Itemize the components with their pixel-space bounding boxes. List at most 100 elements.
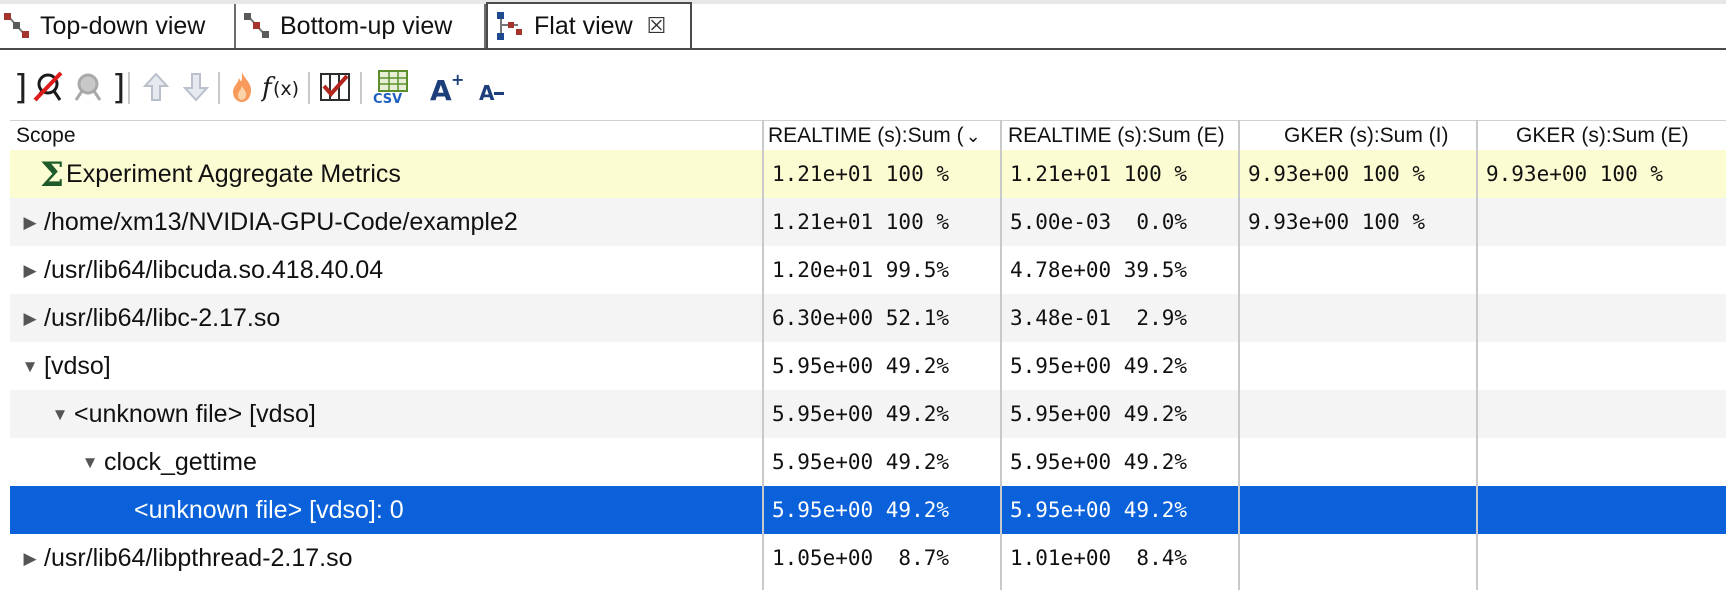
tab-bar-divider xyxy=(0,48,1726,50)
top-down-tree-icon xyxy=(4,13,29,38)
column-toggle-icon xyxy=(320,73,350,101)
scope-cell: ▼ <unknown file> [vdso] xyxy=(50,390,316,438)
column-divider[interactable] xyxy=(1238,120,1240,590)
collapse-triangle-icon[interactable]: ▼ xyxy=(20,343,40,391)
metric-cell: 6.30e+00 52.1% xyxy=(772,306,950,330)
expand-triangle-icon[interactable]: ▶ xyxy=(20,535,40,583)
flat-view-tree-icon xyxy=(497,12,522,40)
close-tab-icon[interactable]: ☒ xyxy=(647,13,667,39)
flatten-icon xyxy=(33,71,63,102)
column-divider[interactable] xyxy=(1000,120,1002,590)
scope-label: <unknown file> [vdso]: 0 xyxy=(134,496,404,524)
table-row[interactable]: ΣExperiment Aggregate Metrics 1.21e+01 10… xyxy=(10,150,1726,198)
table-row[interactable]: ▼ [vdso] 5.95e+00 49.2% 5.95e+00 49.2% xyxy=(10,342,1726,390)
expand-triangle-icon[interactable]: ▶ xyxy=(20,199,40,247)
metric-cell: 1.21e+01 100 % xyxy=(772,162,950,186)
table-row[interactable]: ▶/usr/lib64/libc-2.17.so 6.30e+00 52.1% 3.… xyxy=(10,294,1726,342)
svg-text:(x): (x) xyxy=(273,78,299,100)
table-row[interactable]: ▶/usr/lib64/libcuda.so.418.40.04 1.20e+01… xyxy=(10,246,1726,294)
metric-cell: 5.95e+00 49.2% xyxy=(1010,450,1188,474)
column-toggle-button[interactable] xyxy=(318,62,352,112)
metric-cell: 5.95e+00 49.2% xyxy=(1010,354,1188,378)
scope-label: Experiment Aggregate Metrics xyxy=(66,160,401,188)
scope-label: [vdso] xyxy=(44,352,111,380)
metric-cell: 1.21e+01 100 % xyxy=(1010,162,1188,186)
column-header-scope[interactable]: Scope xyxy=(16,121,76,151)
metric-cell: 1.20e+01 99.5% xyxy=(772,258,950,282)
unflatten-bracket-icon: ] xyxy=(112,68,126,108)
table-header: Scope REALTIME (s):Sum (⌄ REALTIME (s):S… xyxy=(10,120,1726,152)
tab-bottom-up-view[interactable]: Bottom-up view xyxy=(236,4,486,48)
tab-flat-view[interactable]: Flat view ☒ xyxy=(486,2,692,48)
unflatten-button[interactable] xyxy=(70,62,106,112)
zoom-in-icon xyxy=(142,72,170,101)
metric-cell: 5.95e+00 49.2% xyxy=(1010,498,1188,522)
scope-label: <unknown file> [vdso] xyxy=(74,400,316,428)
metric-cell: 5.95e+00 49.2% xyxy=(1010,402,1188,426)
scope-cell: ▶/usr/lib64/libc-2.17.so xyxy=(20,294,280,342)
derived-metric-button[interactable]: f (x) xyxy=(260,62,302,112)
derived-metric-icon: f (x) xyxy=(261,73,299,103)
metric-cell: 5.95e+00 49.2% xyxy=(772,354,950,378)
font-smaller-icon: A xyxy=(479,81,504,104)
metric-cell: 9.93e+00 100 % xyxy=(1248,210,1426,234)
expand-triangle-icon[interactable]: ▶ xyxy=(20,247,40,295)
zoom-out-icon xyxy=(182,73,210,102)
scope-label: /usr/lib64/libcuda.so.418.40.04 xyxy=(44,256,384,284)
view-toolbar: ] ] f (x) CSV A + A xyxy=(0,62,800,114)
metric-cell: 5.95e+00 49.2% xyxy=(772,402,950,426)
flatten-button[interactable] xyxy=(30,62,66,112)
view-tab-bar: Top-down view Bottom-up view Flat view ☒ xyxy=(0,0,1726,50)
sigma-icon: Σ xyxy=(40,155,65,196)
expand-triangle-icon[interactable]: ▶ xyxy=(20,295,40,343)
hot-path-icon xyxy=(233,72,252,102)
table-row[interactable]: ▼ <unknown file> [vdso] 5.95e+00 49.2% 5.95… xyxy=(10,390,1726,438)
table-row[interactable]: ▼ clock_gettime 5.95e+00 49.2% 5.95e+00 49.… xyxy=(10,438,1726,486)
column-header-gker-exclusive[interactable]: GKER (s):Sum (E) xyxy=(1516,121,1689,151)
scope-label: clock_gettime xyxy=(104,448,257,476)
toolbar-separator xyxy=(360,72,362,104)
toolbar-separator xyxy=(218,72,220,104)
font-smaller-glyph: A xyxy=(479,81,495,104)
metric-cell: 5.00e-03 0.0% xyxy=(1010,210,1188,234)
scope-cell: ▶/usr/lib64/libcuda.so.418.40.04 xyxy=(20,246,383,294)
collapse-triangle-icon[interactable]: ▼ xyxy=(50,391,70,439)
scope-cell: ▶/usr/lib64/libpthread-2.17.so xyxy=(20,534,352,583)
font-larger-glyph: A xyxy=(430,74,452,104)
table-row[interactable]: <unknown file> [vdso]: 0 5.95e+00 49.2% 5.… xyxy=(10,486,1726,534)
column-divider[interactable] xyxy=(1476,120,1478,590)
zoom-in-button[interactable] xyxy=(140,62,172,112)
metric-cell: 9.93e+00 100 % xyxy=(1486,162,1664,186)
column-header-gker-inclusive[interactable]: GKER (s):Sum (I) xyxy=(1284,121,1449,151)
export-csv-button[interactable]: CSV xyxy=(370,62,412,112)
svg-text:+: + xyxy=(451,70,464,89)
scope-cell: ΣExperiment Aggregate Metrics xyxy=(40,150,401,198)
font-larger-icon: A + xyxy=(430,70,464,104)
metric-cell: 1.01e+00 8.4% xyxy=(1010,546,1188,570)
csv-text: CSV xyxy=(373,92,402,105)
column-header-label: REALTIME (s):Sum ( xyxy=(768,124,964,147)
column-header-realtime-exclusive[interactable]: REALTIME (s):Sum (E) xyxy=(1008,121,1225,151)
metric-cell: 3.48e-01 2.9% xyxy=(1010,306,1188,330)
column-header-realtime-inclusive[interactable]: REALTIME (s):Sum (⌄ xyxy=(768,121,1004,151)
scope-label: /home/xm13/NVIDIA-GPU-Code/example2 xyxy=(44,208,518,236)
collapse-triangle-icon[interactable]: ▼ xyxy=(80,439,100,487)
toolbar-separator xyxy=(308,72,310,104)
font-larger-button[interactable]: A + xyxy=(428,62,468,112)
table-row[interactable]: ▶/home/xm13/NVIDIA-GPU-Code/example2 1.21… xyxy=(10,198,1726,246)
scope-cell: ▼ clock_gettime xyxy=(80,438,257,486)
metric-cell: 9.93e+00 100 % xyxy=(1248,162,1426,186)
bottom-up-tree-icon xyxy=(244,13,269,38)
sort-chevron-down-icon: ⌄ xyxy=(965,126,981,146)
table-row[interactable]: ▶/usr/lib64/libpthread-2.17.so 1.05e+00 8… xyxy=(10,534,1726,582)
hot-path-button[interactable] xyxy=(226,62,258,112)
column-divider[interactable] xyxy=(762,120,764,590)
zoom-out-button[interactable] xyxy=(180,62,212,112)
toolbar-separator xyxy=(128,72,130,104)
font-smaller-button[interactable]: A xyxy=(474,62,510,112)
export-csv-icon: CSV xyxy=(373,70,408,105)
metrics-table: Scope REALTIME (s):Sum (⌄ REALTIME (s):S… xyxy=(10,120,1726,590)
scope-label: /usr/lib64/libc-2.17.so xyxy=(44,304,281,332)
scope-cell: ▶/home/xm13/NVIDIA-GPU-Code/example2 xyxy=(20,198,518,247)
tab-top-down-view[interactable]: Top-down view xyxy=(0,4,236,48)
